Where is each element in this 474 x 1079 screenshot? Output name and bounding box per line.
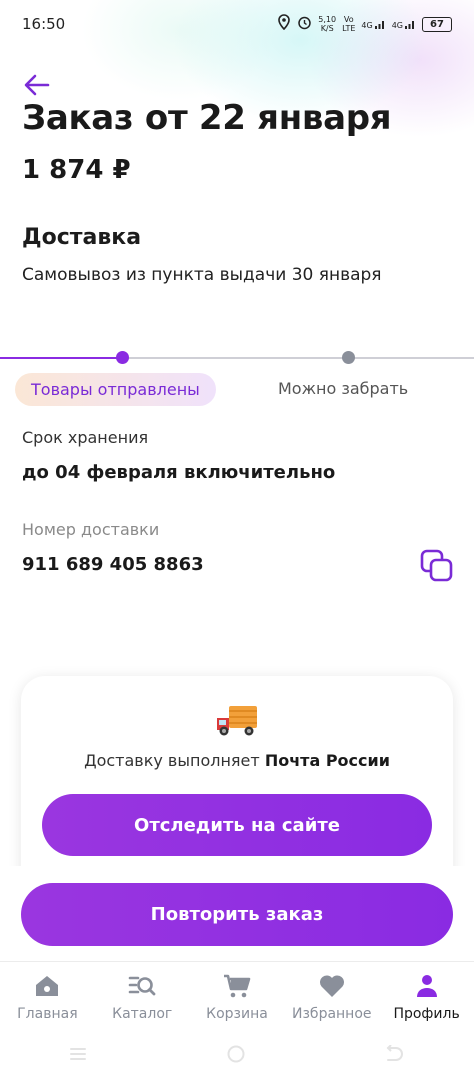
repeat-order-label: Повторить заказ	[150, 904, 324, 925]
net-speed: 5,10 K/S	[318, 15, 336, 33]
arrow-left-icon	[24, 74, 50, 96]
status-time: 16:50	[22, 15, 66, 33]
tab-home[interactable]: Главная	[0, 972, 94, 1033]
signal-bars-icon	[374, 21, 384, 29]
net-speed-unit: K/S	[320, 24, 334, 33]
carrier-name: Почта России	[264, 751, 390, 770]
storage-value: до 04 февраля включительно	[22, 462, 336, 483]
battery-level: 67	[430, 18, 444, 30]
signal-2-label: 4G	[391, 21, 403, 30]
progress-dot-next	[342, 351, 355, 364]
cart-icon	[223, 972, 251, 1000]
track-on-site-button[interactable]: Отследить на сайте	[42, 794, 432, 856]
copy-button[interactable]	[419, 548, 455, 584]
step-current-badge: Товары отправлены	[15, 373, 216, 406]
order-price: 1 874 ₽	[22, 155, 131, 185]
status-icons: 5,10 K/S Vo LTE 4G 4G 67	[277, 14, 452, 34]
page-title: Заказ от 22 января	[22, 98, 392, 138]
delivery-heading: Доставка	[22, 225, 142, 250]
tab-catalog-label: Каталог	[112, 1006, 173, 1022]
progress-completed	[0, 357, 122, 359]
alarm-icon	[297, 15, 312, 34]
tab-favorites-label: Избранное	[292, 1006, 372, 1022]
signal-2: 4G	[392, 18, 416, 30]
catalog-search-icon	[128, 972, 156, 1000]
system-navigation	[0, 1033, 474, 1079]
signal-1-label: 4G	[361, 21, 373, 30]
tab-cart-label: Корзина	[206, 1006, 268, 1022]
bottom-tab-bar: Главная Каталог Корзина Избранное Профил…	[0, 961, 474, 1033]
repeat-order-button[interactable]: Повторить заказ	[21, 883, 453, 946]
signal-1: 4G	[361, 18, 385, 30]
tab-cart[interactable]: Корзина	[190, 972, 284, 1033]
volte-indicator: Vo LTE	[342, 15, 355, 33]
carrier-info: Доставку выполняет Почта России	[0, 751, 474, 770]
volte-top: Vo	[343, 15, 354, 24]
net-speed-value: 5,10	[318, 15, 337, 24]
profile-icon	[413, 972, 441, 1000]
tracking-label: Номер доставки	[22, 520, 160, 539]
tab-favorites[interactable]: Избранное	[285, 972, 379, 1033]
progress-dot-current	[116, 351, 129, 364]
tab-catalog[interactable]: Каталог	[95, 972, 189, 1033]
heart-icon	[318, 972, 346, 1000]
battery-icon: 67	[422, 16, 452, 32]
carrier-text: Доставку выполняет	[84, 751, 260, 770]
menu-nav-icon[interactable]	[69, 1046, 87, 1067]
back-button[interactable]	[22, 70, 52, 100]
tab-profile-label: Профиль	[393, 1006, 460, 1022]
signal-bars-icon	[405, 21, 414, 29]
storage-label: Срок хранения	[22, 428, 149, 447]
copy-icon	[420, 549, 453, 582]
truck-icon	[215, 700, 259, 740]
home-icon	[33, 972, 61, 1000]
home-nav-icon[interactable]	[226, 1044, 246, 1069]
tracking-number: 911 689 405 8863	[22, 554, 204, 575]
track-button-label: Отследить на сайте	[134, 814, 340, 836]
location-icon	[277, 14, 291, 34]
step-next-label: Можно забрать	[278, 379, 409, 398]
step-current-label: Товары отправлены	[31, 380, 200, 399]
tab-profile[interactable]: Профиль	[380, 972, 474, 1033]
tab-home-label: Главная	[17, 1006, 78, 1022]
status-bar: 16:50 5,10 K/S Vo LTE 4G 4G 67	[0, 0, 474, 48]
delivery-subtitle: Самовывоз из пункта выдачи 30 января	[22, 265, 382, 285]
back-nav-icon[interactable]	[385, 1043, 405, 1068]
volte-bottom: LTE	[342, 24, 356, 33]
